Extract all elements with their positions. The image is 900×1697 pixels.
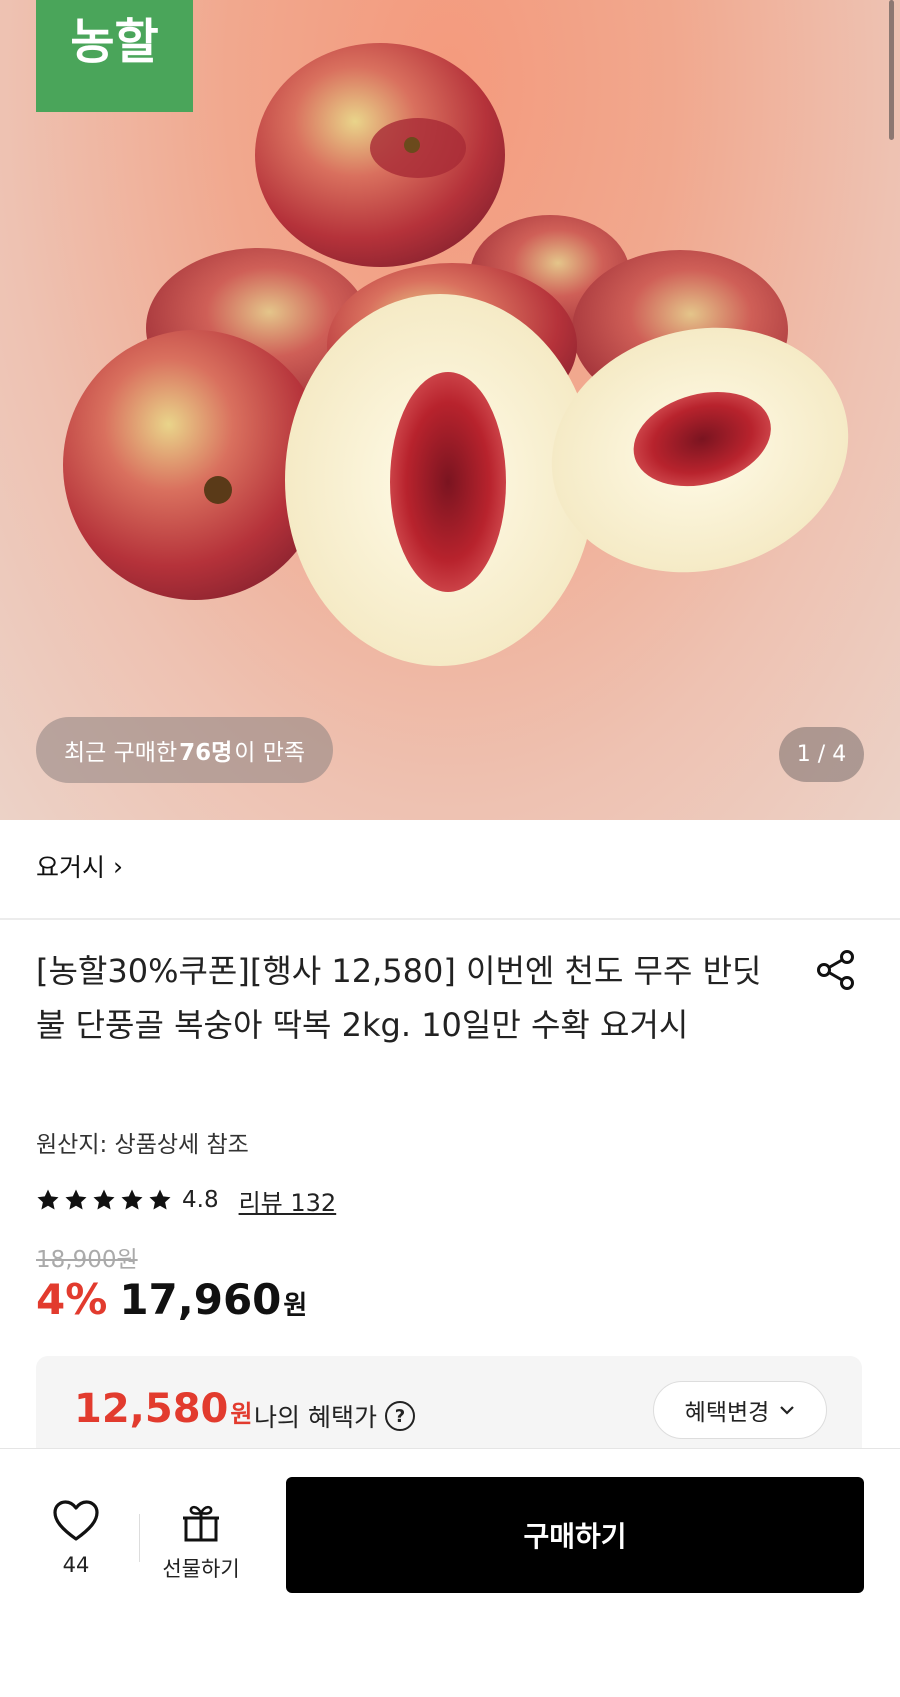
like-count: 44 xyxy=(62,1553,90,1577)
benefit-price-unit: 원 xyxy=(230,1400,253,1428)
chevron-down-icon xyxy=(780,1406,795,1415)
store-link[interactable]: 요거시 › xyxy=(36,848,123,884)
product-image-carousel[interactable]: 농할 최근 구매한 76명 이 만족 1 / 4 xyxy=(0,0,900,820)
star-icon xyxy=(37,1189,59,1210)
review-link[interactable]: 리뷰 132 xyxy=(239,1183,337,1218)
gift-icon xyxy=(183,1505,219,1542)
price-unit: 원 xyxy=(283,1291,308,1321)
rating-row: 4.8 리뷰 132 xyxy=(36,1182,336,1218)
store-name: 요거시 xyxy=(36,853,106,882)
satisfaction-suffix: 이 만족 xyxy=(234,740,306,766)
satisfaction-prefix: 최근 구매한 xyxy=(64,740,178,766)
gift-button[interactable]: 선물하기 xyxy=(156,1501,246,1583)
image-pager: 1 / 4 xyxy=(779,727,864,782)
discount-rate: 4% xyxy=(36,1275,108,1324)
scroll-indicator xyxy=(889,0,894,140)
sale-price: 17,960 xyxy=(119,1275,282,1324)
satisfaction-badge: 최근 구매한 76명 이 만족 xyxy=(36,717,334,783)
origin-info: 원산지: 상품상세 참조 xyxy=(36,1132,249,1158)
divider xyxy=(0,918,900,920)
star-icon xyxy=(93,1189,115,1210)
benefit-change-button[interactable]: 혜택변경 xyxy=(653,1381,827,1439)
gift-label: 선물하기 xyxy=(162,1557,240,1581)
peach-photo xyxy=(63,43,849,666)
share-icon[interactable] xyxy=(814,948,858,992)
star-icon xyxy=(65,1189,87,1210)
benefit-label: 나의 혜택가 ? xyxy=(254,1398,415,1434)
divider xyxy=(139,1514,140,1562)
original-price: 18,900원 xyxy=(36,1247,138,1273)
bottom-action-bar: 44 선물하기 구매하기 xyxy=(0,1448,900,1697)
benefit-price-value: 12,580 xyxy=(74,1386,229,1432)
star-icon xyxy=(121,1189,143,1210)
satisfaction-count: 76명 xyxy=(179,740,233,766)
product-title: [농할30%쿠폰][행사 12,580] 이번엔 천도 무주 반딧불 단풍골 복… xyxy=(36,952,762,1044)
rating-value: 4.8 xyxy=(182,1187,219,1213)
buy-button[interactable]: 구매하기 xyxy=(286,1477,864,1593)
help-icon[interactable]: ? xyxy=(384,1401,415,1431)
benefit-change-label: 혜택변경 xyxy=(684,1400,770,1426)
brand-badge: 농할 xyxy=(36,0,193,112)
benefit-label-text: 나의 혜택가 xyxy=(254,1403,377,1432)
like-button[interactable]: 44 xyxy=(46,1499,106,1577)
chevron-right-icon: › xyxy=(113,851,124,881)
star-icon xyxy=(149,1189,171,1210)
benefit-price: 12,580 원 xyxy=(74,1386,252,1432)
heart-icon xyxy=(53,1500,99,1541)
star-rating xyxy=(36,1188,172,1212)
price-row: 4% 17,960 원 xyxy=(36,1275,307,1324)
